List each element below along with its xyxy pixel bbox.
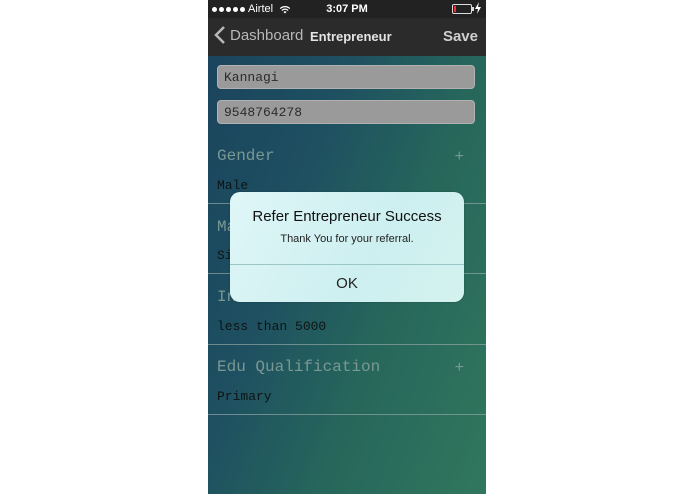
save-button[interactable]: Save — [443, 28, 478, 45]
back-button-label: Dashboard — [230, 26, 304, 44]
status-bar: Airtel 3:07 PM — [208, 0, 486, 18]
status-time: 3:07 PM — [326, 3, 368, 15]
navigation-bar: Dashboard Entrepreneur Save — [208, 18, 486, 56]
success-alert: Refer Entrepreneur Success Thank You for… — [230, 192, 464, 302]
page-title: Entrepreneur — [310, 29, 392, 44]
chevron-left-icon — [214, 26, 225, 44]
alert-title: Refer Entrepreneur Success — [252, 208, 442, 225]
battery-icon — [452, 4, 474, 14]
phone-screen: Airtel 3:07 PM Dashboard Entrepreneur Sa… — [208, 0, 486, 494]
alert-message: Thank You for your referral. — [280, 233, 414, 245]
charging-icon — [475, 2, 481, 14]
ok-button[interactable]: OK — [230, 265, 464, 302]
back-button[interactable]: Dashboard — [214, 26, 303, 44]
